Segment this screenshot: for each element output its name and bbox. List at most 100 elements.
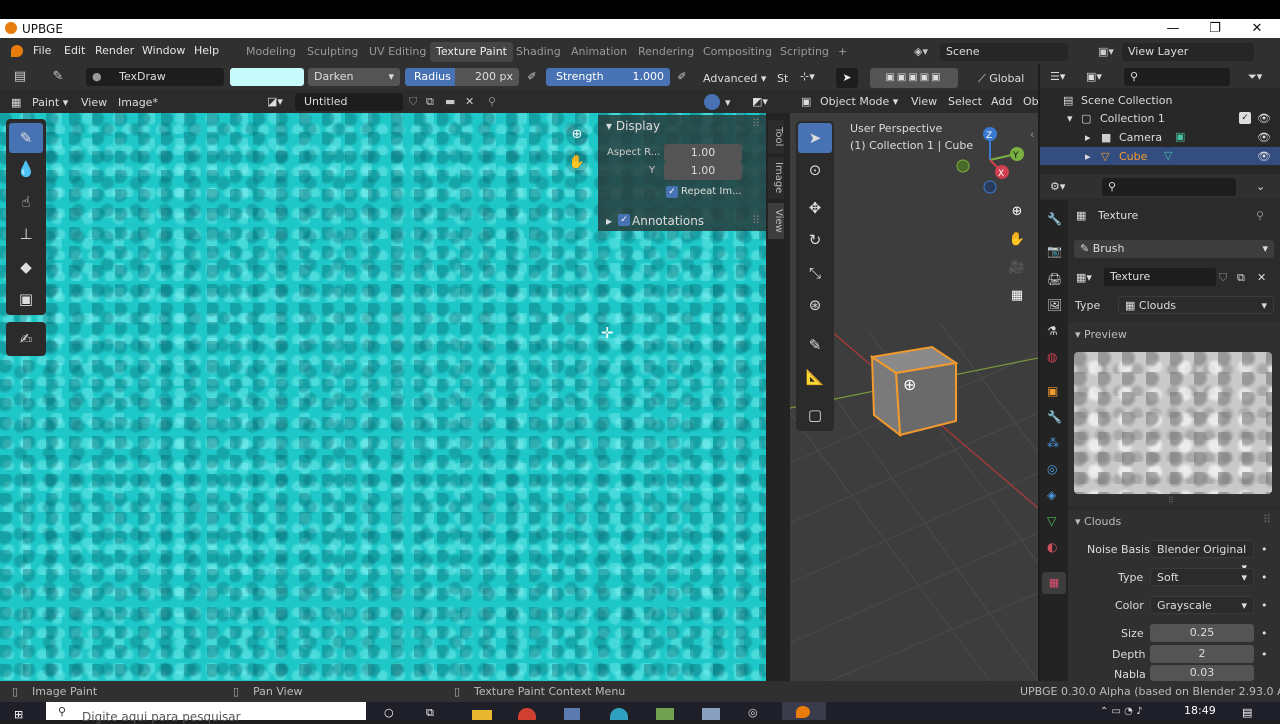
app-icon-2[interactable] (656, 708, 674, 720)
select-tool-icon[interactable]: ➤ (836, 68, 858, 88)
tab-rendering[interactable]: Rendering (632, 42, 700, 62)
mask-tool-icon[interactable]: ▣ (9, 284, 43, 314)
noise-type-keyframe-dot[interactable]: • (1261, 571, 1268, 584)
viewport-editor-type-icon[interactable]: ⊹▾ (800, 70, 815, 83)
properties-search-input[interactable]: ⚲ (1102, 178, 1236, 196)
draw-tool-icon[interactable]: ✎ (9, 123, 43, 153)
pin-icon[interactable]: ⚲ (488, 95, 496, 108)
clone-tool-icon[interactable]: ⊥ (9, 219, 43, 249)
cube-expand-icon[interactable]: ▸ (1085, 150, 1091, 163)
open-image-icon[interactable]: ▬ (445, 95, 455, 108)
color-dropdown[interactable]: Grayscale ▾ (1150, 596, 1254, 614)
prop-tab-particles-icon[interactable]: ⁂ (1047, 436, 1059, 450)
overlay-chevron-icon[interactable]: ▾ (725, 96, 731, 109)
task-view-icon[interactable]: ⧉ (426, 706, 434, 720)
camera-expand-icon[interactable]: ▸ (1085, 131, 1091, 144)
outliner-item-collection-1[interactable]: Collection 1 (1100, 112, 1165, 125)
aspect-x-field[interactable]: 1.00 (664, 144, 742, 162)
clouds-drag-icon[interactable]: ⠿ (1263, 513, 1271, 526)
notification-icon[interactable]: ▤ (1242, 706, 1252, 719)
chrome-icon[interactable] (518, 708, 536, 720)
tab-texture-paint[interactable]: Texture Paint (430, 42, 513, 62)
prop-tab-render-icon[interactable]: 📷 (1047, 244, 1062, 258)
viewport-pan-icon[interactable]: ✋ (1006, 229, 1028, 251)
strength-field[interactable]: Strength 1.000 (546, 68, 670, 86)
prop-tab-world-icon[interactable]: ◍ (1047, 350, 1057, 364)
prop-tab-physics-icon[interactable]: ◎ (1047, 462, 1057, 476)
prop-tab-modifiers-icon[interactable]: 🔧 (1047, 410, 1062, 424)
soften-tool-icon[interactable]: 💧 (9, 154, 43, 184)
viewport-object-menu[interactable]: Ob (1023, 95, 1039, 108)
prop-tab-view-layer-icon[interactable]: 🖼 (1047, 298, 1062, 312)
tab-modeling[interactable]: Modeling (240, 42, 302, 62)
menu-render[interactable]: Render (95, 44, 134, 57)
viewport-view-menu[interactable]: View (911, 95, 937, 108)
prop-tab-constraints-icon[interactable]: ◈ (1047, 488, 1056, 502)
properties-editor-type-icon[interactable]: ⚙▾ (1050, 180, 1065, 193)
noise-basis-keyframe-dot[interactable]: • (1261, 543, 1268, 556)
outliner-filter-icon[interactable]: ⏷▾ (1248, 70, 1262, 84)
outliner-item-camera[interactable]: Camera (1119, 131, 1162, 144)
preview-header[interactable]: ▾ Preview (1075, 328, 1127, 341)
prop-tab-texture-icon[interactable]: ▦ (1042, 572, 1066, 594)
repeat-image-checkbox[interactable]: ✓ (666, 186, 678, 198)
view-menu[interactable]: View (81, 96, 107, 109)
fill-tool-icon[interactable]: ◆ (9, 252, 43, 282)
close-button[interactable]: ✕ (1236, 19, 1278, 38)
preview-resize-handle-icon[interactable]: ⠿ (1168, 496, 1174, 505)
outliner-item-cube[interactable]: Cube (1119, 150, 1147, 163)
stroke-menu-truncated[interactable]: St (777, 72, 788, 85)
menu-help[interactable]: Help (194, 44, 219, 57)
annotations-checkbox[interactable]: ✓ (618, 214, 630, 226)
annotations-drag-icon[interactable]: ⠿ (752, 214, 760, 227)
menu-file[interactable]: File (33, 44, 51, 57)
selection-mode-buttons[interactable]: ▣▣▣▣▣ (870, 68, 958, 88)
brush-selector[interactable]: ● TexDraw (86, 68, 224, 86)
color-keyframe-dot[interactable]: • (1261, 599, 1268, 612)
prop-tab-output-icon[interactable]: 🖨 (1047, 272, 1062, 286)
radius-field[interactable]: Radius 200 px (405, 68, 519, 86)
uv-display-icon[interactable]: ◩▾ (752, 95, 768, 108)
cursor-tool-icon[interactable]: ⊙ (798, 155, 832, 185)
tab-shading[interactable]: Shading (510, 42, 567, 62)
tab-image[interactable]: Image (768, 157, 784, 199)
outliner-editor-type-icon[interactable]: ☰▾ (1050, 70, 1065, 83)
scene-icon[interactable]: ◈▾ (914, 45, 928, 58)
cortana-icon[interactable]: ○ (384, 706, 394, 719)
aspect-y-field[interactable]: 1.00 (664, 162, 742, 180)
image-browse-icon[interactable]: ◪▾ (267, 95, 283, 108)
prop-tab-data-icon[interactable]: ▽ (1047, 514, 1056, 528)
view-layer-icon[interactable]: ▣▾ (1098, 45, 1114, 58)
annotate-tool-icon[interactable]: ✍ (9, 324, 43, 354)
display-panel-header[interactable]: ▾ Display (606, 119, 660, 133)
app-icon-3[interactable]: ◎ (748, 706, 758, 719)
object-mode-dropdown[interactable]: Object Mode ▾ (820, 95, 898, 108)
maximize-button[interactable]: ❐ (1194, 19, 1236, 38)
texture-user-dropdown[interactable]: ✎ Brush ▾ (1074, 240, 1274, 258)
fake-user-icon[interactable]: ⛉ (409, 95, 417, 109)
new-image-icon[interactable]: ⧉ (426, 95, 434, 109)
collection-exclude-checkbox[interactable]: ✓ (1239, 112, 1251, 124)
clouds-panel-header[interactable]: ▾ Clouds (1075, 515, 1121, 528)
advanced-menu[interactable]: Advanced ▾ (703, 72, 766, 85)
image-menu[interactable]: Image* (118, 96, 158, 109)
texture-name-field[interactable]: Texture (1104, 268, 1216, 286)
strength-pressure-icon[interactable]: ✐ (671, 66, 693, 88)
prop-tab-material-icon[interactable]: ◐ (1047, 540, 1057, 554)
smear-tool-icon[interactable]: ☝ (9, 187, 43, 217)
add-cube-tool-icon[interactable]: ▢ (798, 400, 832, 430)
prop-tab-object-icon[interactable]: ▣ (1047, 384, 1058, 398)
tab-scripting[interactable]: Scripting (774, 42, 835, 62)
collection-visibility-icon[interactable]: 👁 (1257, 112, 1271, 125)
image-name-field[interactable]: Untitled (295, 93, 403, 111)
file-explorer-icon[interactable] (472, 710, 492, 720)
move-tool-icon[interactable]: ✥ (798, 193, 832, 223)
annotate-3d-tool-icon[interactable]: ✎ (798, 330, 832, 360)
drag-handle-icon[interactable]: ⠿ (752, 117, 760, 130)
brush-color-swatch[interactable] (230, 68, 304, 86)
properties-options-icon[interactable]: ⌄ (1256, 180, 1265, 193)
camera-view-icon[interactable]: 🎥 (1006, 257, 1028, 279)
transform-tool-icon[interactable]: ⊛ (798, 290, 832, 320)
properties-pin-icon[interactable]: ⚲ (1256, 209, 1264, 222)
app-icon-1[interactable] (564, 708, 580, 720)
